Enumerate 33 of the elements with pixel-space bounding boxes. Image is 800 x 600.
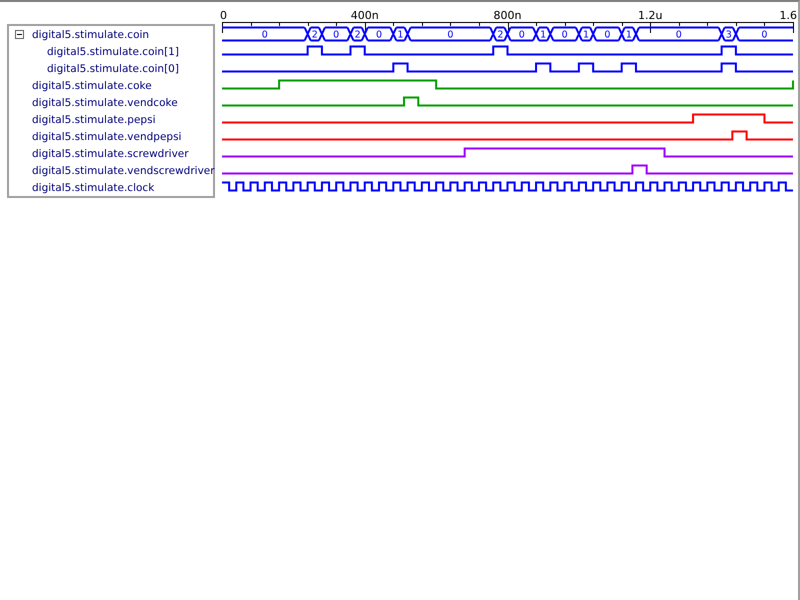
axis-label: 1.6: [780, 9, 797, 22]
collapse-icon[interactable]: [15, 30, 24, 39]
bus-value: 0: [333, 30, 340, 40]
bus-value: 0: [562, 30, 568, 40]
signal-name[interactable]: digital5.stimulate.vendpepsi: [32, 130, 182, 142]
bus-value: 1: [540, 30, 546, 40]
bus-value: 0: [447, 30, 454, 40]
bus-value: 2: [497, 30, 504, 40]
axis-label: 400n: [350, 9, 379, 22]
bus-value: 2: [312, 30, 318, 40]
signal-name[interactable]: digital5.stimulate.coke: [32, 80, 152, 92]
signal-name[interactable]: digital5.stimulate.vendscrewdriver: [32, 164, 215, 176]
bus-value: 0: [376, 30, 382, 40]
signal-name[interactable]: digital5.stimulate.clock: [32, 182, 154, 194]
bus-value: 0: [262, 30, 268, 40]
bus-value: 0: [518, 30, 525, 40]
signal-name[interactable]: digital5.stimulate.coin[1]: [47, 46, 179, 58]
signal-name[interactable]: digital5.stimulate.pepsi: [32, 114, 156, 126]
signal-name[interactable]: digital5.stimulate.coin[0]: [47, 62, 179, 74]
axis-label: 1.2u: [638, 9, 662, 22]
bus-value: 2: [354, 30, 361, 40]
axis-label: 0: [220, 9, 227, 22]
bus-value: 1: [626, 30, 632, 40]
bus-value: 0: [761, 30, 768, 40]
signal-name[interactable]: digital5.stimulate.screwdriver: [32, 148, 189, 160]
axis-label: 800n: [494, 9, 522, 22]
bus-value: 0: [604, 30, 610, 40]
signal-name[interactable]: digital5.stimulate.vendcoke: [32, 96, 178, 108]
signal-name[interactable]: digital5.stimulate.coin: [32, 28, 150, 40]
bus-value: 0: [676, 30, 682, 40]
bus-value: 1: [397, 30, 404, 40]
bus-value: 1: [583, 30, 590, 40]
bus-value: 3: [726, 30, 732, 40]
